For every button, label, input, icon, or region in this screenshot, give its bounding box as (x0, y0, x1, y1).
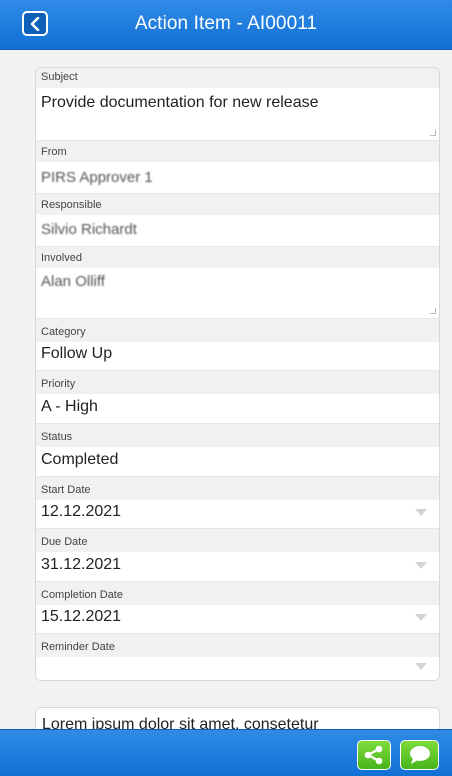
share-icon (364, 745, 383, 765)
status-field[interactable]: Completed (36, 451, 439, 475)
chevron-down-icon[interactable] (415, 562, 427, 569)
responsible-field[interactable]: Silvio Richardt (36, 221, 439, 243)
status-label: Status (36, 423, 439, 447)
priority-field[interactable]: A - High (36, 398, 439, 422)
chevron-down-icon[interactable] (415, 614, 427, 621)
completion-date-label: Completion Date (36, 581, 439, 605)
subject-label: Subject (36, 68, 439, 88)
from-label: From (36, 140, 439, 162)
comment-button[interactable] (400, 740, 439, 770)
start-date-field[interactable]: 12.12.2021 (36, 503, 439, 527)
category-label: Category (36, 318, 439, 342)
chevron-down-icon[interactable] (415, 509, 427, 516)
chevron-down-icon[interactable] (415, 663, 427, 670)
priority-label: Priority (36, 370, 439, 394)
bottom-toolbar (0, 729, 452, 776)
responsible-label: Responsible (36, 193, 439, 215)
action-item-form: Subject Provide documentation for new re… (35, 67, 440, 681)
completion-date-field[interactable]: 15.12.2021 (36, 608, 439, 632)
header-bar: Action Item - AI00011 (0, 0, 452, 50)
reminder-date-label: Reminder Date (36, 633, 439, 657)
due-date-label: Due Date (36, 528, 439, 552)
resize-handle-icon[interactable] (430, 130, 436, 136)
involved-label: Involved (36, 246, 439, 268)
subject-field[interactable]: Provide documentation for new release (36, 94, 439, 140)
category-field[interactable]: Follow Up (36, 345, 439, 369)
page-title: Action Item - AI00011 (134, 13, 318, 34)
due-date-field[interactable]: 31.12.2021 (36, 556, 439, 580)
share-button[interactable] (357, 740, 391, 770)
comment-icon (409, 746, 430, 764)
from-field[interactable]: PIRS Approver 1 (36, 169, 439, 191)
start-date-label: Start Date (36, 476, 439, 500)
resize-handle-icon[interactable] (430, 308, 436, 314)
reminder-date-field[interactable] (36, 660, 439, 680)
involved-field[interactable]: Alan Olliff (36, 273, 439, 315)
